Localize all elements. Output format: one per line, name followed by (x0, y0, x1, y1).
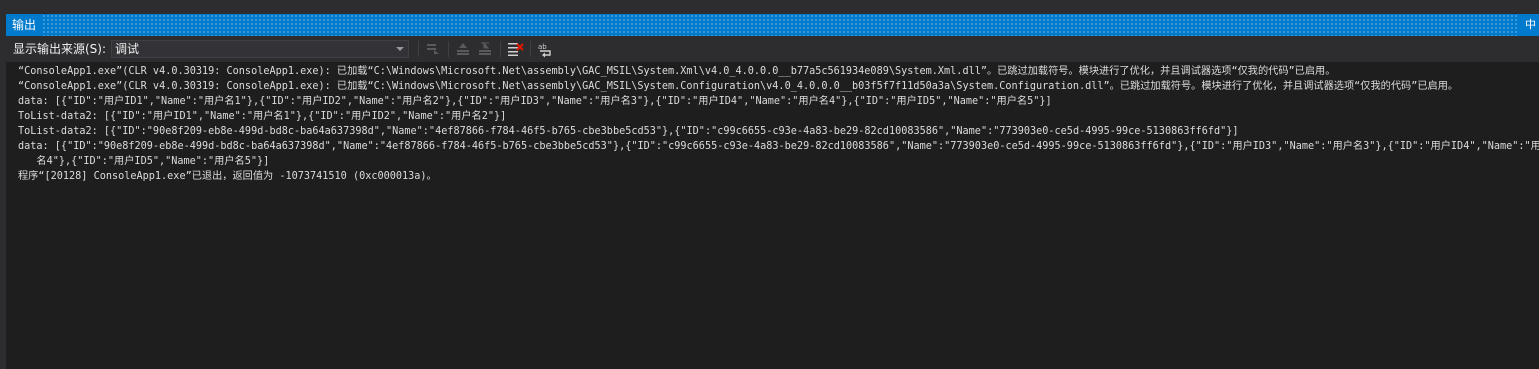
clear-all-button[interactable] (505, 40, 525, 58)
output-line: data: [{"ID":"用户ID1","Name":"用户名1"},{"ID… (18, 96, 1052, 107)
output-line: “ConsoleApp1.exe”(CLR v4.0.30319: Consol… (18, 66, 1336, 77)
word-wrap-icon: ab (538, 43, 551, 58)
output-title-bar[interactable]: 输出 中 (6, 14, 1539, 36)
source-select[interactable]: 调试 (111, 40, 409, 58)
clear-all-icon (508, 43, 524, 56)
toolbar-separator (500, 41, 501, 57)
output-line: 程序“[20128] ConsoleApp1.exe”已退出，返回值为 -107… (18, 171, 437, 182)
output-line: 名4"},{"ID":"用户ID5","Name":"用户名5"}] (18, 156, 270, 167)
output-line: data: [{"ID":"90e8f209-eb8e-499d-bd8c-ba… (18, 141, 1539, 152)
output-line: “ConsoleApp1.exe”(CLR v4.0.30319: Consol… (18, 81, 1459, 92)
top-gap (6, 0, 1539, 14)
toolbar-separator (530, 41, 531, 57)
find-message-icon (427, 44, 439, 54)
toolbar-separator (418, 41, 419, 57)
previous-message-icon (457, 43, 469, 55)
chevron-down-icon (396, 47, 404, 51)
find-message-button[interactable] (423, 40, 443, 58)
previous-message-button[interactable] (453, 40, 473, 58)
output-toolbar: 显示输出来源(S): 调试 ab (6, 36, 1539, 62)
next-message-icon (479, 41, 491, 55)
svg-text:ab: ab (538, 43, 547, 51)
toolbar-separator (448, 41, 449, 57)
source-label: 显示输出来源(S): (13, 42, 107, 56)
output-line: ToList-data2: [{"ID":"90e8f209-eb8e-499d… (18, 126, 1239, 137)
next-message-button[interactable] (475, 40, 495, 58)
source-select-value: 调试 (115, 42, 140, 56)
word-wrap-button[interactable]: ab (536, 40, 556, 58)
pin-icon[interactable]: 中 (1519, 14, 1539, 36)
output-line: ToList-data2: [{"ID":"用户ID1","Name":"用户名… (18, 111, 507, 122)
output-text-area[interactable]: “ConsoleApp1.exe”(CLR v4.0.30319: Consol… (6, 62, 1539, 369)
output-window: 输出 中 显示输出来源(S): 调试 ab “ConsoleApp1.exe”(… (6, 0, 1539, 369)
window-title: 输出 (6, 14, 43, 36)
